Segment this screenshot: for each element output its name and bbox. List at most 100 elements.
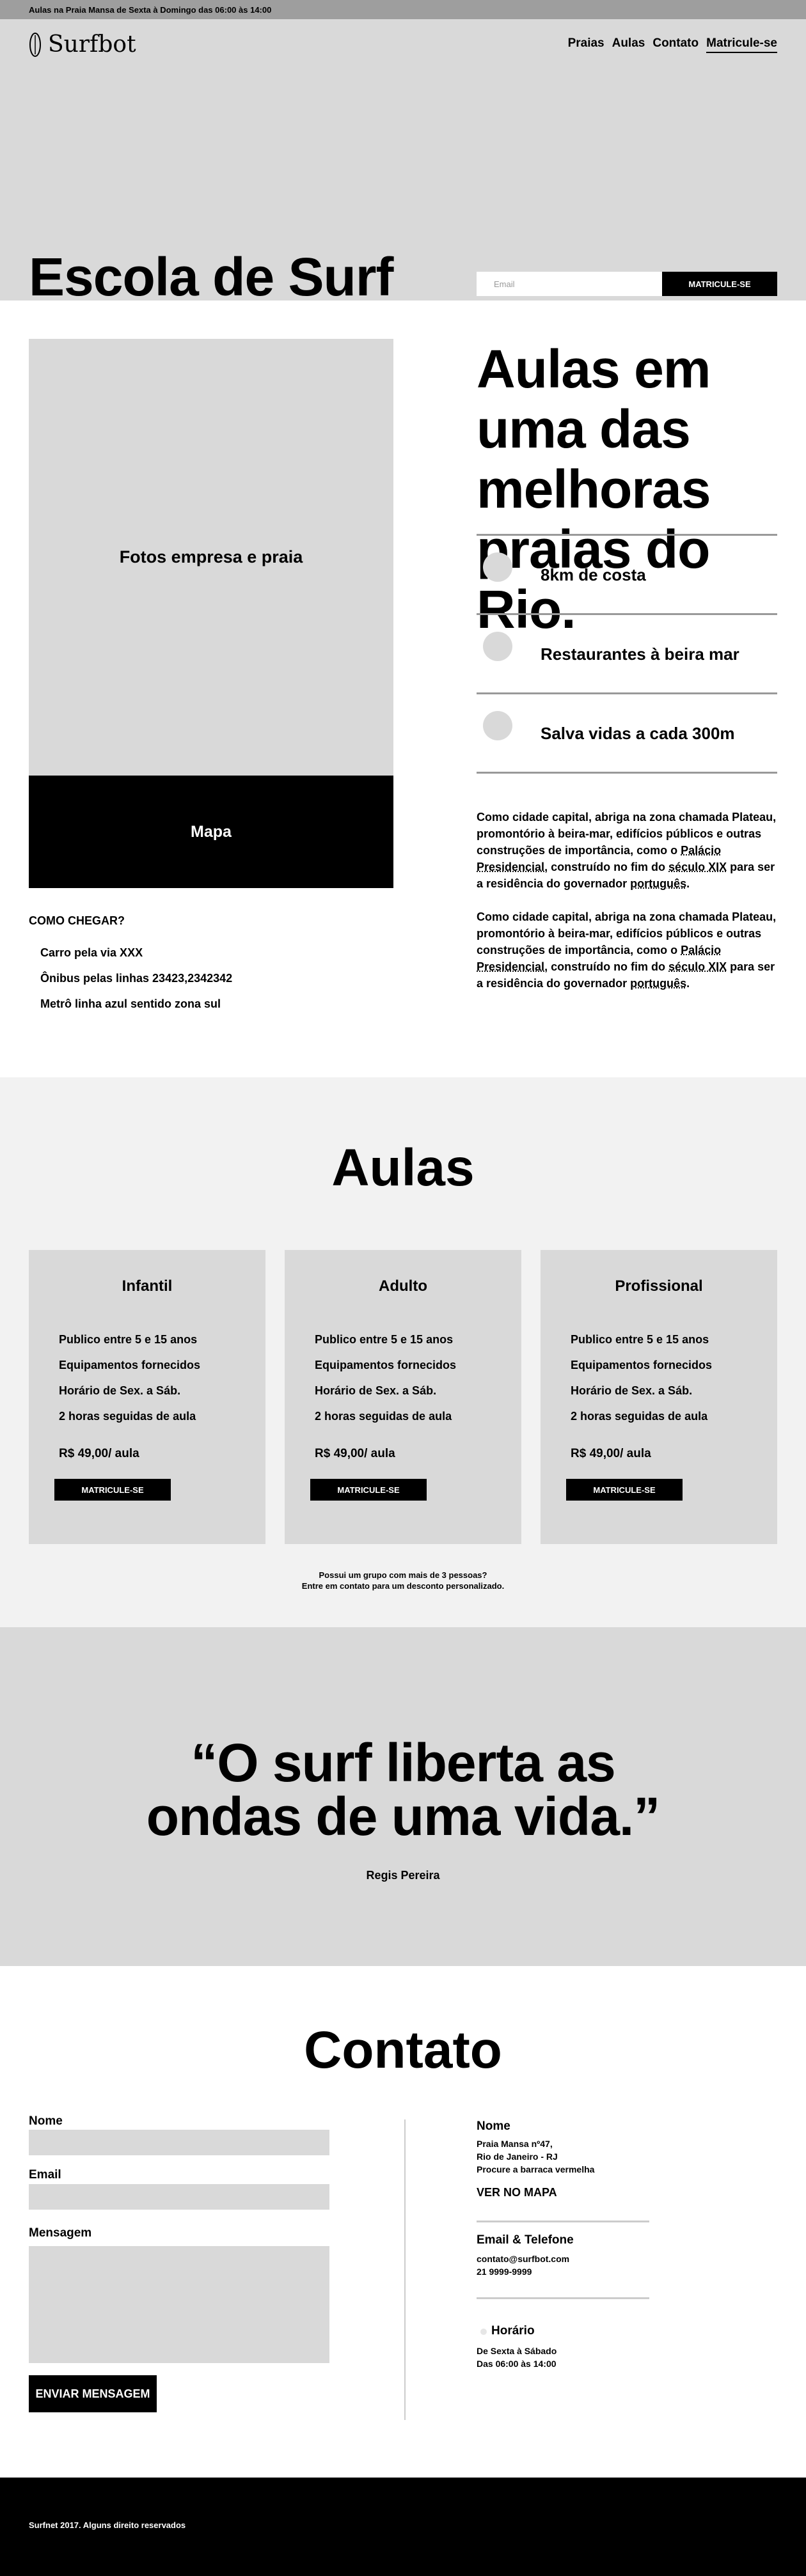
card-signup-button[interactable]: MATRICULE-SE	[566, 1479, 683, 1501]
link-seculo[interactable]: século XIX	[668, 861, 727, 873]
hours-line: De Sexta à Sábado	[477, 2346, 557, 2356]
card-feature: Equipamentos fornecidos	[59, 1359, 201, 1371]
map-label: Mapa	[191, 822, 232, 841]
group-discount-note: Possui um grupo com mais de 3 pessoas? E…	[0, 1570, 806, 1591]
note-line: Entre em contato para um desconto person…	[301, 1581, 505, 1591]
hero-title: Escola de Surf	[29, 247, 394, 307]
email-label: Email	[29, 2168, 61, 2182]
nav-item-praias[interactable]: Praias	[568, 36, 604, 53]
aulas-section: Aulas Infantil Publico entre 5 e 15 anos…	[0, 1077, 806, 1627]
contact-email[interactable]: contato@surfbot.com	[477, 2252, 574, 2265]
logo-text: Surfbot	[48, 31, 136, 58]
card-feature: 2 horas seguidas de aula	[59, 1410, 196, 1423]
card-title: Infantil	[122, 1277, 173, 1295]
card-features: Publico entre 5 e 15 anos Equipamentos f…	[59, 1333, 200, 1435]
map-placeholder[interactable]: Mapa	[29, 776, 393, 888]
name-input[interactable]	[29, 2130, 329, 2155]
card-features: Publico entre 5 e 15 anos Equipamentos f…	[315, 1333, 456, 1435]
card-price: R$ 49,00/ aula	[315, 1447, 395, 1460]
paragraph-text: , construído no fim do	[544, 861, 669, 873]
card-feature: Publico entre 5 e 15 anos	[571, 1333, 709, 1346]
card-feature: Publico entre 5 e 15 anos	[315, 1333, 454, 1346]
vertical-divider	[404, 2119, 406, 2420]
nav-item-contato[interactable]: Contato	[652, 36, 699, 53]
address-title: Nome	[477, 2119, 510, 2133]
nav-item-matricule-se[interactable]: Matricule-se	[706, 36, 777, 53]
photo-placeholder: Fotos empresa e praia	[29, 339, 393, 776]
aulas-title: Aulas	[331, 1139, 475, 1197]
name-label: Nome	[29, 2114, 63, 2128]
features-list: 8km de costa Restaurantes à beira mar Sa…	[477, 534, 777, 774]
email-input[interactable]	[29, 2184, 329, 2210]
nav-item-aulas[interactable]: Aulas	[612, 36, 645, 53]
how-to-get-item: Metrô linha azul sentido zona sul	[40, 997, 221, 1010]
link-seculo[interactable]: século XIX	[668, 960, 727, 973]
card-feature: Horário de Sex. a Sáb.	[571, 1384, 693, 1397]
card-feature: Equipamentos fornecidos	[315, 1359, 457, 1371]
photo-label: Fotos empresa e praia	[119, 547, 303, 566]
announcement-text: Aulas na Praia Mansa de Sexta à Domingo …	[29, 4, 272, 15]
how-to-get-item: Carro pela via XXX	[40, 946, 143, 959]
card-feature: 2 horas seguidas de aula	[571, 1410, 708, 1423]
about-section: Fotos empresa e praia Mapa COMO CHEGAR? …	[0, 301, 806, 1077]
hero-email-input[interactable]	[477, 272, 662, 296]
card-signup-button[interactable]: MATRICULE-SE	[54, 1479, 171, 1501]
quote-author: Regis Pereira	[366, 1869, 440, 1882]
address-line: Rio de Janeiro - RJ	[477, 2151, 558, 2162]
address-block: Nome Praia Mansa nº47, Rio de Janeiro - …	[477, 2119, 594, 2199]
quote-text: “O surf liberta as ondas de uma vida.”	[0, 1736, 806, 1843]
note-line: Possui um grupo com mais de 3 pessoas?	[319, 1570, 487, 1580]
pricing-card-profissional: Profissional Publico entre 5 e 15 anos E…	[541, 1250, 777, 1544]
address-text: Praia Mansa nº47, Rio de Janeiro - RJ Pr…	[477, 2137, 594, 2176]
how-to-get-title: COMO CHEGAR?	[29, 914, 125, 927]
paragraph-text: Como cidade capital, abriga na zona cham…	[477, 811, 777, 857]
link-portugues[interactable]: português	[630, 877, 686, 890]
footer: Surfnet 2017. Alguns direito reservados	[0, 2478, 806, 2576]
feature-icon	[483, 632, 512, 661]
contact-title: Contato	[304, 2021, 502, 2079]
feature-text: Restaurantes à beira mar	[541, 644, 739, 664]
hero-section: Surfbot Praias Aulas Contato Matricule-s…	[0, 19, 806, 307]
hours-line: Das 06:00 às 14:00	[477, 2359, 557, 2369]
hero-signup-form: MATRICULE-SE	[477, 272, 777, 296]
card-feature: Equipamentos fornecidos	[571, 1359, 713, 1371]
hours-title: Horário	[491, 2324, 535, 2338]
card-feature: 2 horas seguidas de aula	[315, 1410, 452, 1423]
top-announcement-bar: Aulas na Praia Mansa de Sexta à Domingo …	[0, 0, 806, 19]
address-line: Praia Mansa nº47,	[477, 2139, 553, 2149]
info-divider	[477, 2297, 649, 2299]
feature-text: 8km de costa	[541, 565, 646, 584]
quote-section: “O surf liberta as ondas de uma vida.” R…	[0, 1627, 806, 1966]
about-paragraph: Como cidade capital, abriga na zona cham…	[477, 909, 777, 992]
contact-info-block: Email & Telefone contato@surfbot.com 21 …	[477, 2233, 574, 2278]
how-to-get-list: Carro pela via XXX Ônibus pelas linhas 2…	[40, 946, 232, 1023]
about-text: Como cidade capital, abriga na zona cham…	[477, 809, 777, 1008]
message-textarea[interactable]	[29, 2246, 329, 2363]
card-feature: Publico entre 5 e 15 anos	[59, 1333, 198, 1346]
message-label: Mensagem	[29, 2226, 92, 2240]
card-price: R$ 49,00/ aula	[571, 1447, 651, 1460]
feature-text: Salva vidas a cada 300m	[541, 724, 735, 743]
paragraph-text: Como cidade capital, abriga na zona cham…	[477, 910, 777, 956]
card-feature: Horário de Sex. a Sáb.	[315, 1384, 437, 1397]
pricing-card-adulto: Adulto Publico entre 5 e 15 anos Equipam…	[285, 1250, 521, 1544]
main-nav: Surfbot Praias Aulas Contato Matricule-s…	[29, 27, 777, 62]
paragraph-text: .	[686, 977, 690, 990]
pricing-card-infantil: Infantil Publico entre 5 e 15 anos Equip…	[29, 1250, 265, 1544]
feature-item: 8km de costa	[477, 536, 777, 615]
feature-icon	[483, 711, 512, 740]
hours-block: Horário	[491, 2324, 535, 2338]
feature-item: Salva vidas a cada 300m	[477, 694, 777, 774]
link-portugues[interactable]: português	[630, 977, 686, 990]
feature-item: Restaurantes à beira mar	[477, 615, 777, 694]
send-message-button[interactable]: ENVIAR MENSAGEM	[29, 2375, 157, 2412]
view-map-link[interactable]: VER NO MAPA	[477, 2186, 594, 2199]
contact-info-text: contato@surfbot.com 21 9999-9999	[477, 2252, 574, 2278]
card-features: Publico entre 5 e 15 anos Equipamentos f…	[571, 1333, 712, 1435]
quote-line: ondas de uma vida.”	[146, 1786, 661, 1846]
card-price: R$ 49,00/ aula	[59, 1447, 139, 1460]
paragraph-text: , construído no fim do	[544, 960, 669, 973]
logo[interactable]: Surfbot	[29, 31, 136, 58]
hero-signup-button[interactable]: MATRICULE-SE	[662, 272, 777, 296]
card-signup-button[interactable]: MATRICULE-SE	[310, 1479, 427, 1501]
